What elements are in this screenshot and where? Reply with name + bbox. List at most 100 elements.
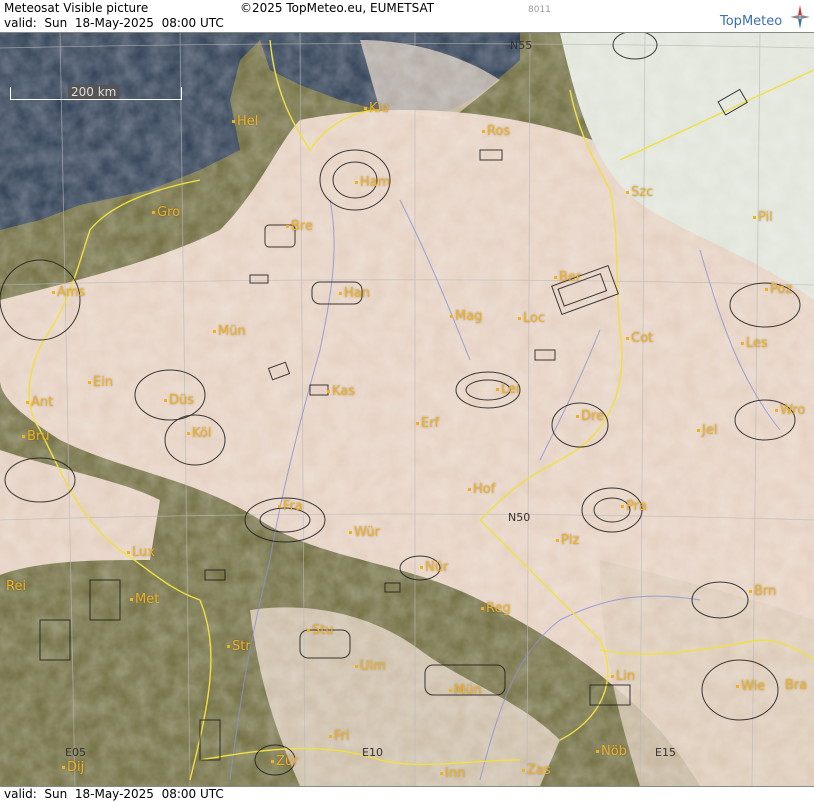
- grid-label-n50: N50: [508, 511, 531, 524]
- city-name: Zas: [527, 763, 551, 778]
- city-name: Ams: [57, 285, 86, 300]
- city-name: Hel: [237, 114, 259, 129]
- city-label: Lin: [611, 669, 635, 684]
- copyright-text: ©2025 TopMeteo.eu, EUMETSAT: [240, 1, 435, 15]
- city-label: Jel: [697, 423, 717, 438]
- city-label: Wro: [775, 403, 805, 418]
- city-name: Wie: [741, 679, 766, 694]
- city-label: Cot: [626, 331, 653, 346]
- city-name: Ein: [93, 375, 114, 390]
- city-name: Mag: [455, 309, 483, 324]
- city-label: Rei: [6, 579, 26, 594]
- city-name: Dre: [581, 409, 605, 424]
- map-background: [0, 33, 814, 786]
- city-name: Ros: [487, 124, 511, 139]
- city-label: Ros: [482, 124, 510, 139]
- city-label: Fri: [329, 729, 350, 744]
- city-label: Nür: [420, 560, 448, 575]
- city-name: Düs: [169, 393, 195, 408]
- city-name: Ulm: [360, 659, 386, 674]
- city-label: Brn: [749, 584, 776, 599]
- city-label: Lei: [496, 382, 520, 397]
- city-label: Ams: [52, 285, 85, 300]
- grid-label-e05: E05: [65, 746, 86, 759]
- city-name: Kas: [332, 384, 356, 399]
- city-name: Plz: [561, 533, 580, 548]
- city-name: Gro: [157, 205, 181, 220]
- city-name: Erf: [421, 416, 440, 431]
- grid-label-e10: E10: [362, 746, 383, 759]
- satellite-map: 200 km N55 N50 E05 E10 E15 Hel Kie Ros H…: [0, 33, 814, 786]
- city-label: Bra: [785, 678, 807, 693]
- city-name: Mün: [218, 324, 246, 339]
- city-label: Loc: [518, 311, 545, 326]
- city-label: Zür: [271, 754, 299, 769]
- city-name: Wro: [780, 403, 806, 418]
- city-label: Köl: [187, 426, 211, 441]
- city-name: Lei: [501, 382, 520, 397]
- city-name: Köl: [192, 426, 212, 441]
- city-name: Reg: [486, 601, 511, 616]
- city-label: Hof: [468, 482, 495, 497]
- valid-time: valid: Sun 18-May-2025 08:00 UTC: [4, 16, 224, 30]
- city-label: Erf: [416, 416, 439, 431]
- footer-bar: valid: Sun 18-May-2025 08:00 UTC: [0, 786, 814, 802]
- city-label: Pil: [753, 210, 773, 225]
- city-label: Wie: [736, 679, 765, 694]
- grid-label-e15: E15: [655, 746, 676, 759]
- city-name: Inn: [445, 766, 466, 781]
- city-label: Han: [339, 286, 370, 301]
- city-label: Ber: [554, 270, 581, 285]
- city-label: Reg: [481, 601, 511, 616]
- city-label: Fra: [278, 499, 303, 514]
- city-name: Hof: [473, 482, 496, 497]
- image-code: 8011: [528, 5, 551, 15]
- city-label: Ein: [88, 375, 113, 390]
- city-name: Stu: [312, 623, 334, 638]
- city-name: Met: [135, 592, 160, 607]
- city-label: Les: [741, 336, 768, 351]
- city-label: Inn: [440, 766, 465, 781]
- city-name: Szc: [631, 185, 654, 200]
- city-name: Pil: [758, 210, 773, 225]
- city-name: Zür: [276, 754, 299, 769]
- city-label: Ulm: [355, 659, 386, 674]
- city-name: Str: [232, 639, 251, 654]
- compass-icon: [790, 5, 810, 29]
- city-label: Mün: [213, 324, 246, 339]
- city-name: Cot: [631, 331, 654, 346]
- city-name: Nür: [425, 560, 449, 575]
- city-label: Ant: [26, 395, 53, 410]
- city-name: Ham: [360, 175, 391, 190]
- city-label: Kie: [364, 101, 389, 116]
- city-name: Pra: [626, 499, 647, 514]
- header-bar: Meteosat Visible picture ©2025 TopMeteo.…: [0, 0, 814, 33]
- city-label: Ham: [355, 175, 390, 190]
- city-name: Bre: [291, 219, 313, 234]
- topmeteo-logo: TopMeteo: [720, 14, 783, 29]
- city-label: Str: [227, 639, 251, 654]
- city-label: Plz: [556, 533, 579, 548]
- city-label: Zas: [522, 763, 551, 778]
- city-name: Mün: [454, 683, 482, 698]
- city-name: Ant: [31, 395, 54, 410]
- city-name: Loc: [523, 311, 546, 326]
- city-label: Dij: [62, 760, 84, 775]
- scale-label: 200 km: [68, 85, 120, 99]
- city-name: Brn: [754, 584, 777, 599]
- city-label: Wür: [349, 525, 380, 540]
- city-label: Poz: [765, 282, 792, 297]
- city-name: Poz: [770, 282, 793, 297]
- city-label: Kas: [327, 384, 355, 399]
- image-title: Meteosat Visible picture: [4, 1, 149, 15]
- city-name: Jel: [702, 423, 718, 438]
- city-label: Hel: [232, 114, 258, 129]
- city-label: Bru: [22, 429, 50, 444]
- city-name: Bra: [785, 678, 808, 693]
- city-name: Han: [344, 286, 370, 301]
- city-name: Kie: [369, 101, 390, 116]
- city-name: Ber: [559, 270, 582, 285]
- city-label: Szc: [626, 185, 653, 200]
- city-label: Bre: [286, 219, 313, 234]
- city-name: Dij: [67, 760, 85, 775]
